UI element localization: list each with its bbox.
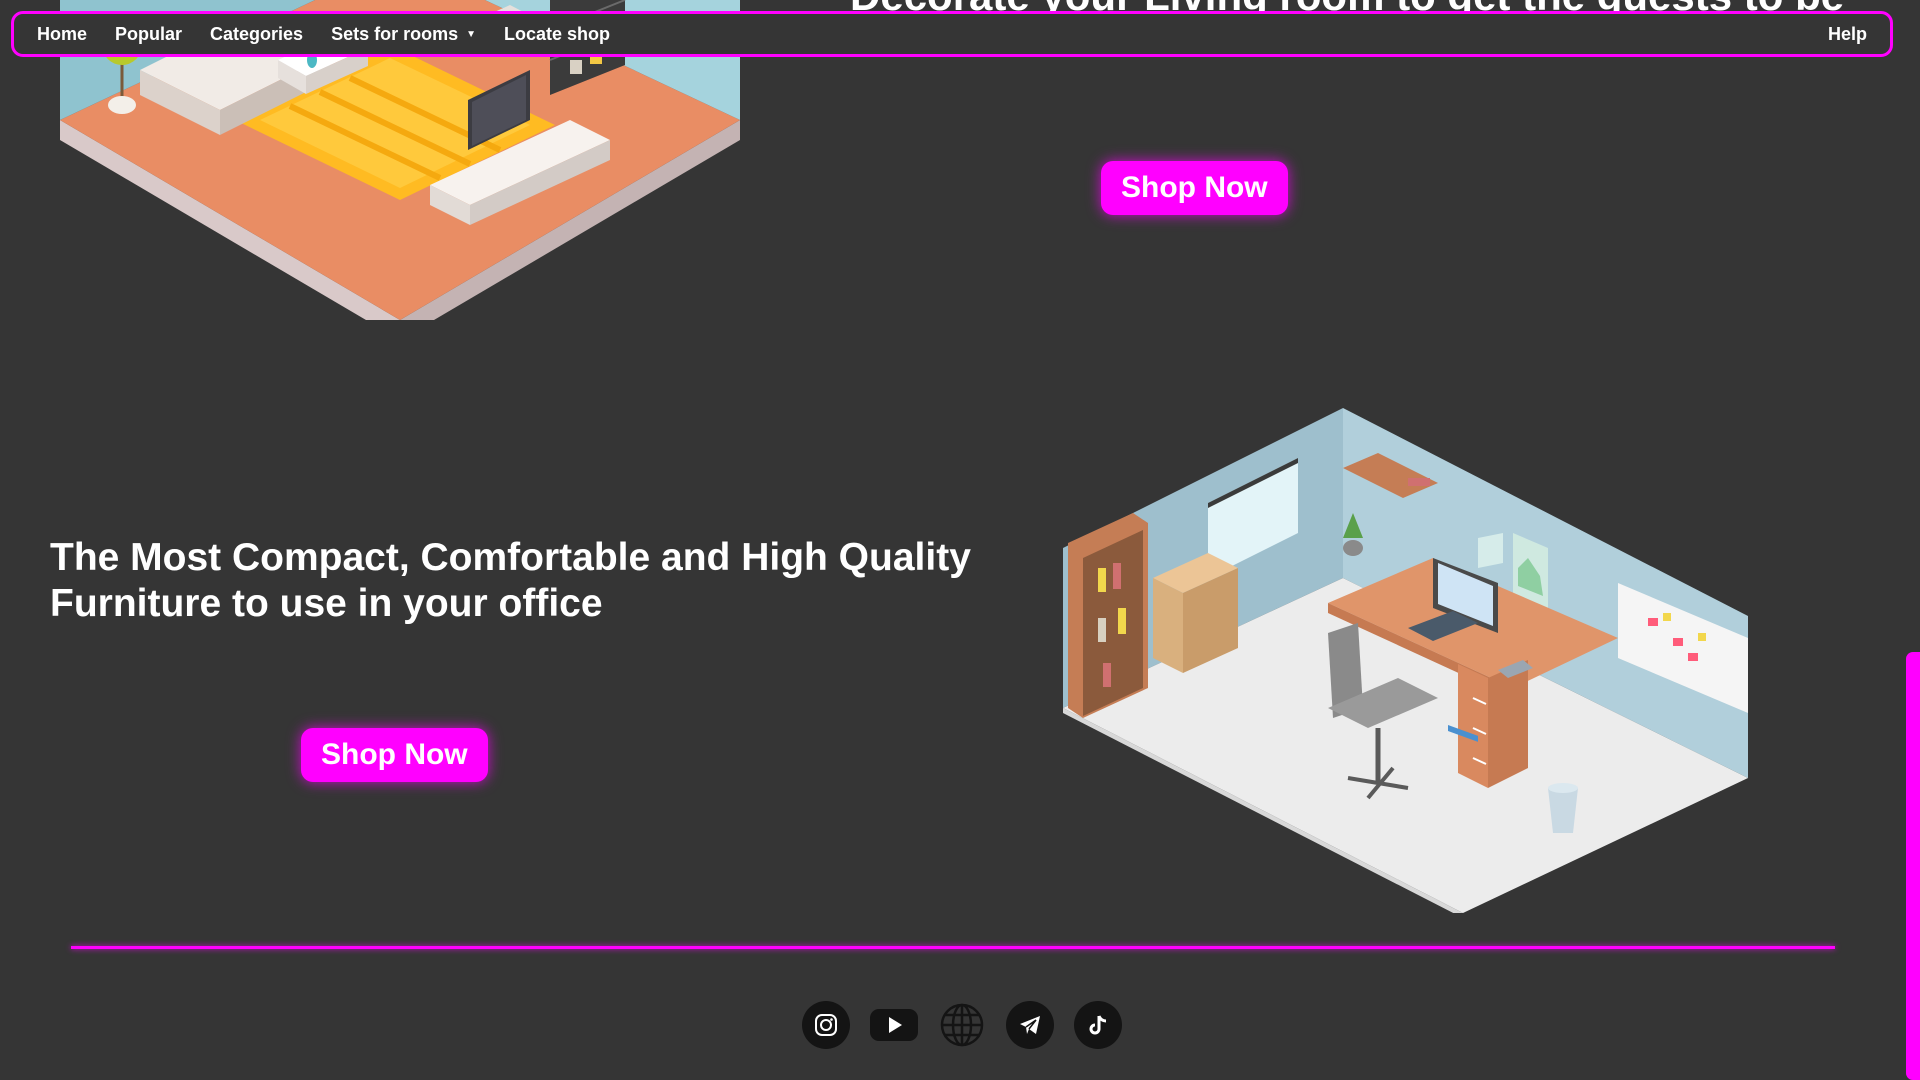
nav-popular[interactable]: Popular	[115, 24, 182, 45]
nav-help[interactable]: Help	[1828, 24, 1867, 45]
page: Decorate your Living room to get the gue…	[0, 0, 1920, 1080]
nav-sets-for-rooms-dropdown[interactable]: Sets for rooms ▼	[331, 24, 476, 45]
globe-icon[interactable]	[938, 1001, 986, 1049]
office-shop-now-button[interactable]: Shop Now	[301, 728, 488, 782]
footer-divider	[71, 946, 1835, 949]
telegram-icon[interactable]	[1006, 1001, 1054, 1049]
nav-help-label: Help	[1827, 23, 1867, 44]
youtube-icon[interactable]	[870, 1001, 918, 1049]
nav-locate-shop-label: Locate shop	[504, 23, 611, 44]
office-heading: The Most Compact, Comfortable and High Q…	[50, 536, 971, 625]
nav-popular-label: Popular	[115, 23, 183, 44]
tiktok-icon[interactable]	[1074, 1001, 1122, 1049]
scrollbar-thumb[interactable]	[1906, 652, 1920, 1080]
nav-home-label: Home	[37, 23, 88, 44]
nav-locate-shop[interactable]: Locate shop	[504, 24, 610, 45]
caret-down-icon: ▼	[466, 28, 477, 40]
nav-home[interactable]: Home	[37, 24, 87, 45]
instagram-icon[interactable]	[802, 1001, 850, 1049]
living-shop-now-button[interactable]: Shop Now	[1101, 161, 1288, 215]
nav-sets-for-rooms-label: Sets for rooms	[331, 23, 459, 44]
nav-categories[interactable]: Categories	[210, 24, 303, 45]
page-scrollbar[interactable]	[1906, 0, 1920, 1080]
social-links	[802, 1001, 1122, 1049]
office-illustration	[1063, 408, 1748, 913]
top-navbar: Home Popular Categories Sets for rooms ▼…	[11, 11, 1893, 57]
nav-categories-label: Categories	[210, 23, 304, 44]
